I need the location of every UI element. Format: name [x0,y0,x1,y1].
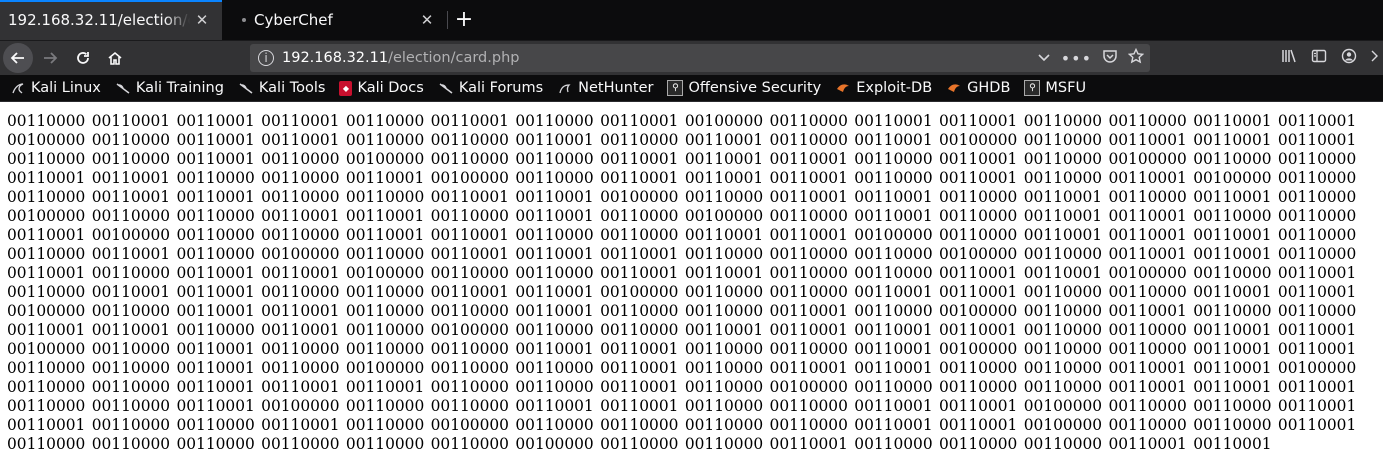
kali-dragon-icon [438,80,454,96]
home-icon [108,51,122,65]
page-actions-icon[interactable]: ••• [1061,49,1092,68]
tab-loading-icon [242,18,246,22]
bookmark-msfu[interactable]: ⚲ MSFU [1024,80,1086,96]
bookmark-star-icon[interactable] [1127,47,1145,68]
tab-separator [447,11,448,29]
tab-label: CyberChef [254,11,333,29]
bookmark-label: GHDB [967,80,1011,96]
chevron-down-icon[interactable] [1037,49,1051,68]
nethunter-icon [557,80,573,96]
tab-cyberchef[interactable]: CyberChef ✕ [222,0,447,40]
kali-docs-icon: ◆ [339,80,353,96]
reload-icon [77,52,89,64]
home-button[interactable] [101,44,129,72]
tab-strip: 192.168.32.11/election/card.php ✕ CyberC… [0,0,1383,40]
page-body-binary-text: 00110000 00110001 00110001 00110001 0011… [7,112,1357,453]
bookmark-label: Kali Tools [258,80,326,96]
account-icon[interactable] [1341,48,1357,68]
url-text[interactable]: 192.168.32.11/election/card.php [282,50,519,66]
url-path: /election/card.php [388,50,520,66]
url-host: 192.168.32.11 [282,50,389,66]
tab-label: 192.168.32.11/election/card.php [8,11,190,29]
pocket-icon[interactable] [1102,48,1118,68]
toolbar-right [1281,41,1383,75]
site-info-icon[interactable]: i [258,50,274,66]
forward-button[interactable] [36,44,64,72]
bookmark-exploit-db[interactable]: Exploit-DB [835,80,932,96]
bookmark-kali-tools[interactable]: Kali Tools [238,80,326,96]
arrow-right-icon [44,52,58,64]
offsec-icon: ⚲ [667,80,684,96]
bookmark-offensive-security[interactable]: ⚲ Offensive Security [667,80,821,96]
back-button[interactable] [3,43,33,73]
offsec-icon: ⚲ [1024,80,1041,96]
exploitdb-icon [835,80,851,96]
bookmark-kali-linux[interactable]: Kali Linux [10,80,101,96]
url-bar[interactable]: i 192.168.32.11/election/card.php ••• [250,44,1150,72]
bookmark-label: Kali Linux [31,80,101,96]
close-tab-icon[interactable]: ✕ [417,10,437,30]
close-tab-icon[interactable]: ✕ [192,10,212,30]
bookmark-kali-training[interactable]: Kali Training [115,80,224,96]
overflow-icon[interactable] [1371,48,1379,68]
kali-dragon-icon [238,80,254,96]
library-icon[interactable] [1281,48,1297,68]
bookmarks-toolbar: Kali Linux Kali Training Kali Tools ◆ Ka… [0,75,1383,102]
tab-election-card[interactable]: 192.168.32.11/election/card.php ✕ [0,0,222,40]
bookmark-label: Kali Training [135,80,224,96]
sidebar-icon[interactable] [1311,48,1327,68]
bookmark-label: NetHunter [578,80,654,96]
kali-dragon-icon [115,80,131,96]
bookmark-label: MSFU [1045,80,1087,96]
bookmark-label: Offensive Security [688,80,822,96]
bookmark-kali-docs[interactable]: ◆ Kali Docs [339,80,424,96]
arrow-left-icon [10,52,24,64]
new-tab-icon[interactable]: + [452,8,476,32]
bookmark-kali-forums[interactable]: Kali Forums [438,80,543,96]
kali-dragon-icon [10,80,26,96]
url-actions: ••• [1037,44,1145,72]
bookmark-ghdb[interactable]: GHDB [946,80,1010,96]
bookmark-label: Kali Forums [458,80,544,96]
bookmark-nethunter[interactable]: NetHunter [557,80,653,96]
bookmark-label: Exploit-DB [856,80,933,96]
exploitdb-icon [946,80,962,96]
navigation-toolbar: i 192.168.32.11/election/card.php ••• [0,40,1383,75]
reload-button[interactable] [69,44,97,72]
bookmark-label: Kali Docs [357,80,424,96]
